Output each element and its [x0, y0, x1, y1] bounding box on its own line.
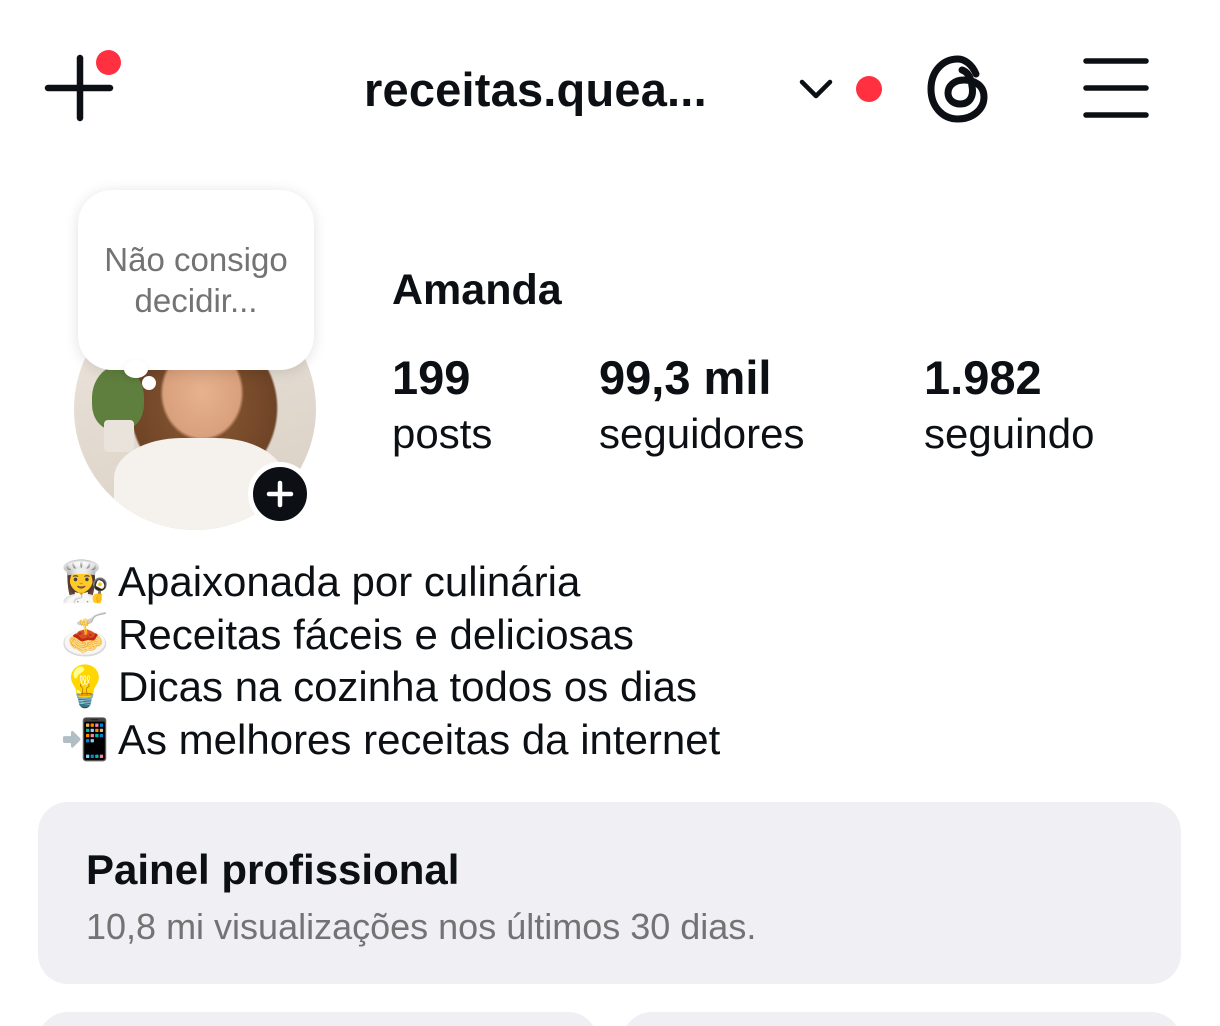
note-tail-small [142, 376, 156, 390]
bio-line: 🍝 Receitas fáceis e deliciosas [52, 609, 720, 662]
note-tail [124, 360, 148, 378]
threads-icon [927, 55, 988, 123]
edit-profile-button[interactable] [38, 1012, 598, 1026]
threads-button[interactable] [924, 52, 994, 126]
panel-title: Painel profissional [86, 846, 460, 893]
chevron-down-icon[interactable] [798, 76, 834, 102]
stat-value: 1.982 [924, 351, 1042, 404]
profile-page: receitas.quea... Não consigo decidir... … [0, 0, 1220, 1026]
account-notification-dot [856, 76, 882, 102]
spaghetti-icon: 🍝 [60, 612, 110, 657]
display-name: Amanda [392, 266, 562, 314]
stat-followers[interactable]: 99,3 mil seguidores [599, 350, 804, 462]
stat-label: seguindo [924, 410, 1095, 457]
hamburger-menu-icon [1083, 58, 1149, 118]
chef-icon: 👩‍🍳 [60, 560, 110, 604]
mobile-phone-arrow-icon: 📲 [60, 717, 110, 762]
bio-text: Receitas fáceis e deliciosas [118, 610, 634, 658]
stat-value: 199 [392, 351, 471, 404]
share-profile-button[interactable] [622, 1012, 1181, 1026]
stat-label: seguidores [599, 410, 805, 457]
bio-line: 💡 Dicas na cozinha todos os dias [52, 661, 720, 714]
bio: 👩‍🍳 Apaixonada por culinária 🍝 Receitas … [52, 556, 720, 766]
stat-posts[interactable]: 199 posts [392, 350, 492, 462]
username: receitas.quea... [364, 62, 707, 116]
account-switcher[interactable]: receitas.quea... [364, 58, 707, 120]
plus-icon [266, 480, 294, 508]
bio-text: As melhores receitas da internet [118, 715, 721, 763]
notification-dot [96, 50, 121, 75]
stat-label: posts [392, 410, 493, 457]
avatar-photo-pot [104, 420, 134, 452]
bio-text: Dicas na cozinha todos os dias [118, 663, 697, 710]
bio-line: 👩‍🍳 Apaixonada por culinária [52, 556, 720, 609]
stat-value: 99,3 mil [599, 351, 772, 404]
bio-line: 📲 As melhores receitas da internet [52, 714, 720, 767]
stat-following[interactable]: 1.982 seguindo [924, 350, 1094, 462]
add-story-button[interactable] [248, 462, 312, 526]
bio-text: Apaixonada por culinária [118, 558, 581, 605]
light-bulb-icon: 💡 [60, 665, 110, 709]
professional-dashboard-card[interactable]: Painel profissional 10,8 mi visualizaçõe… [38, 802, 1181, 984]
note-text: Não consigo decidir... [104, 241, 288, 319]
profile-note[interactable]: Não consigo decidir... [78, 190, 314, 370]
menu-button[interactable] [1082, 56, 1150, 120]
panel-subtitle: 10,8 mi visualizações nos últimos 30 dia… [86, 906, 757, 947]
